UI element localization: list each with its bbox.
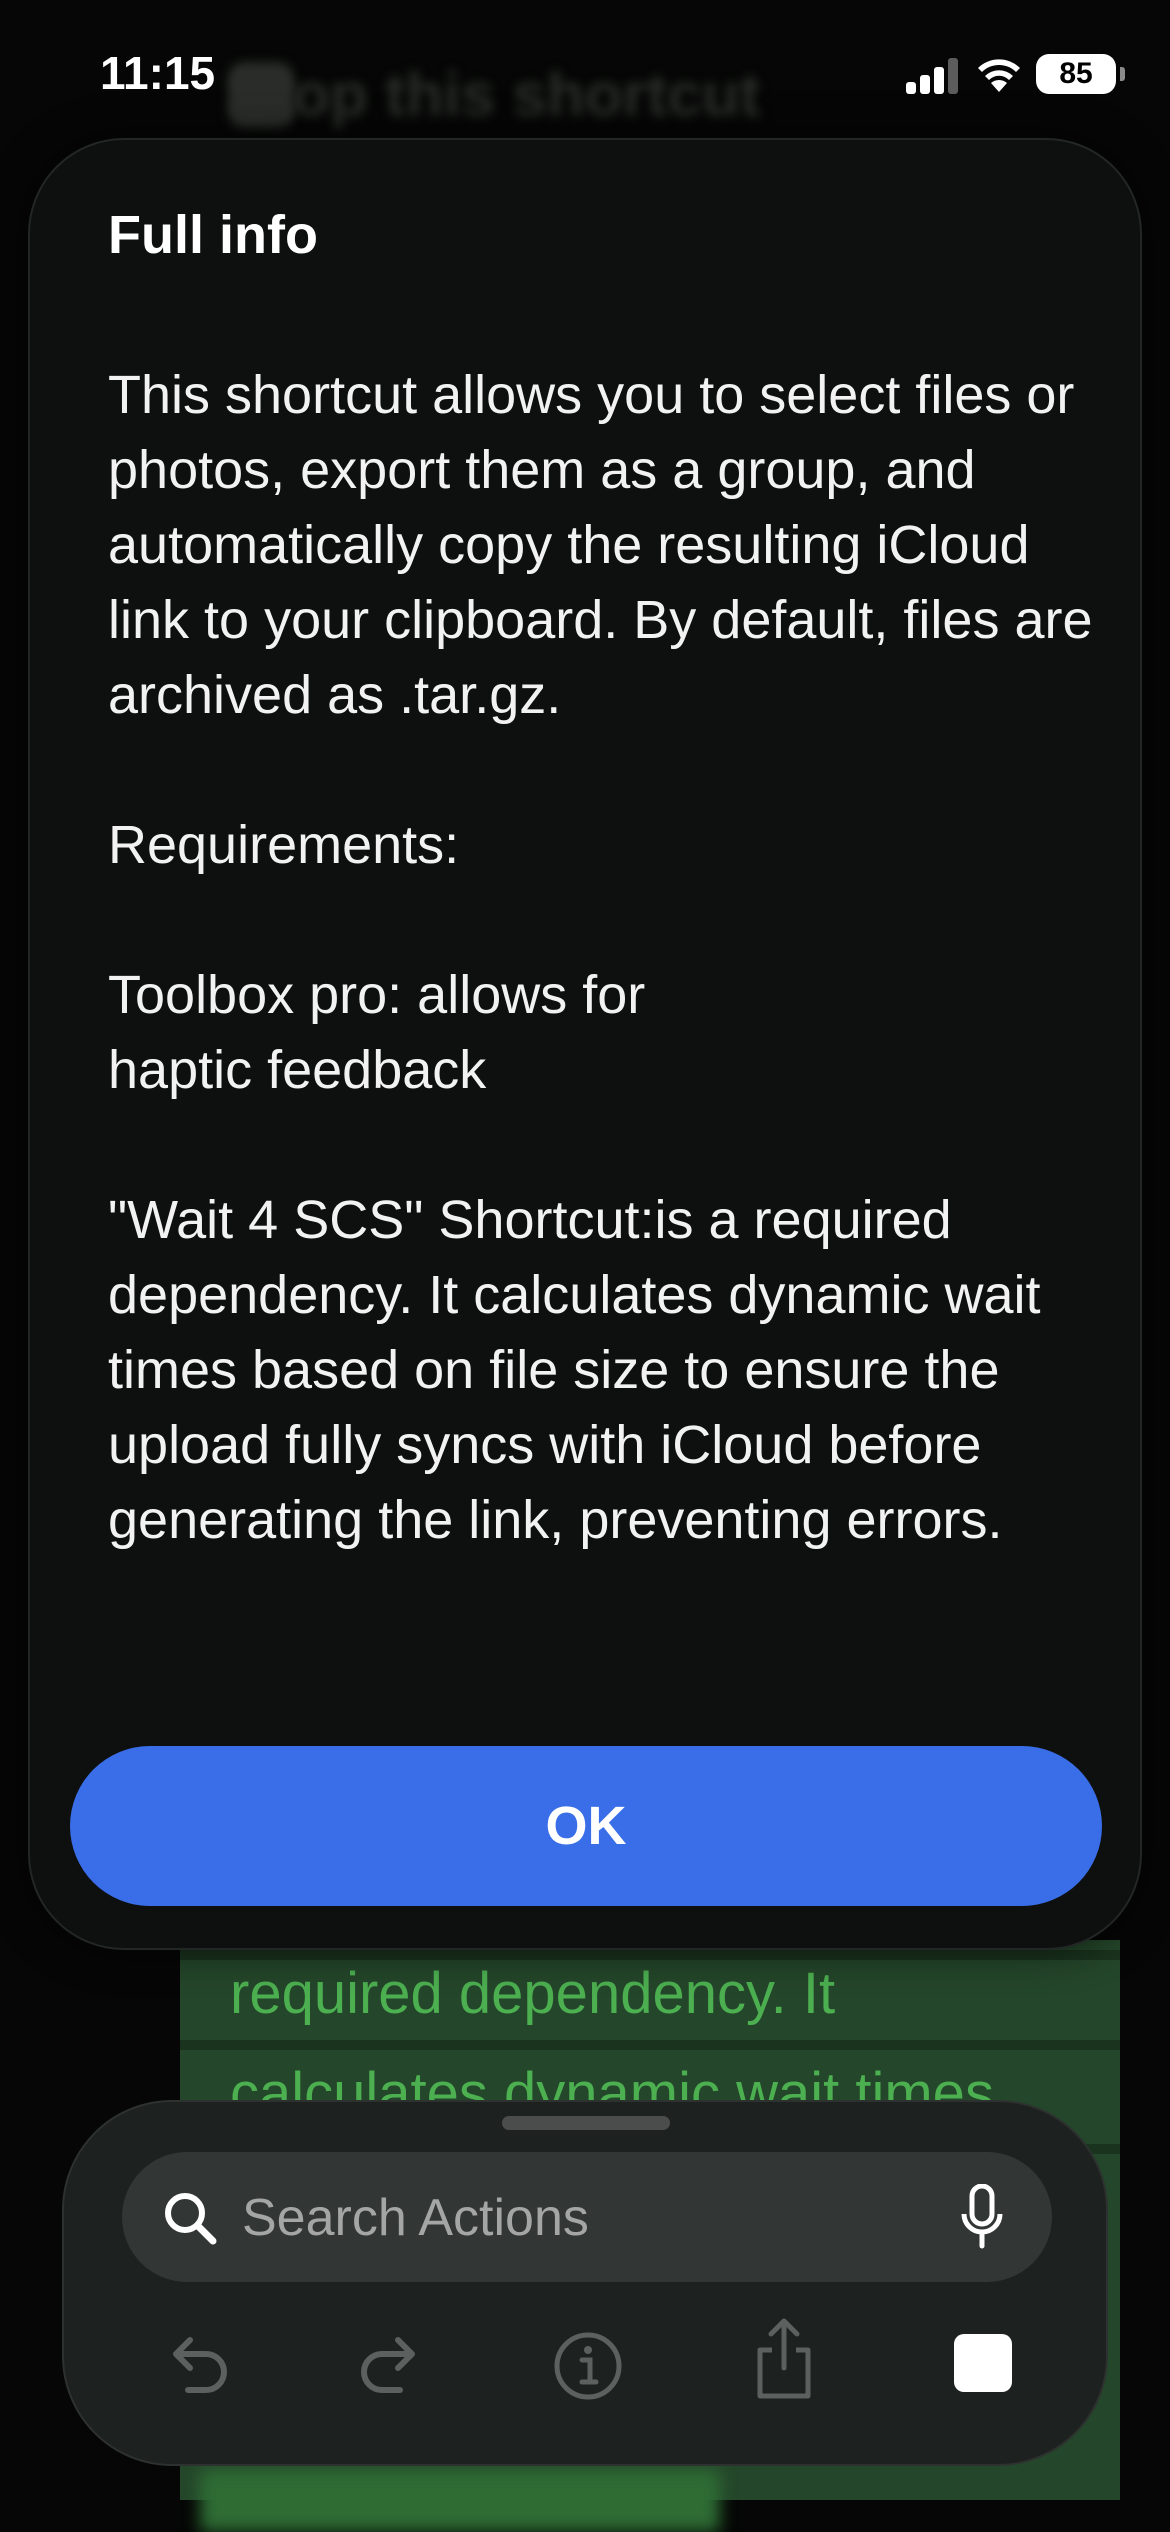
ok-button[interactable]: OK bbox=[70, 1746, 1102, 1906]
background-divider bbox=[180, 2040, 1120, 2050]
background-text-line: required dependency. It bbox=[230, 1961, 836, 2026]
redo-icon[interactable] bbox=[354, 2328, 430, 2404]
sheet-grabber[interactable] bbox=[502, 2116, 670, 2130]
mic-icon[interactable] bbox=[960, 2184, 1004, 2250]
search-input[interactable]: Search Actions bbox=[242, 2188, 589, 2248]
editor-toolbar bbox=[64, 2308, 1106, 2428]
action-panel: Search Actions bbox=[62, 2100, 1108, 2466]
wifi-icon bbox=[978, 59, 1020, 92]
dialog-body-text: This shortcut allows you to select files… bbox=[108, 365, 1093, 1550]
battery-indicator: 85 bbox=[1036, 54, 1125, 94]
cellular-signal-icon bbox=[906, 58, 958, 94]
search-actions-field[interactable]: Search Actions bbox=[122, 2152, 1052, 2282]
background-action-strip bbox=[200, 2470, 720, 2532]
full-info-dialog: Full info This shortcut allows you to se… bbox=[28, 138, 1142, 1950]
status-bar: 11:15 85 bbox=[0, 0, 1170, 140]
share-icon[interactable] bbox=[746, 2316, 822, 2402]
background-divider bbox=[180, 1950, 1120, 1960]
battery-level: 85 bbox=[1059, 57, 1093, 90]
stop-icon[interactable] bbox=[954, 2334, 1012, 2392]
undo-icon[interactable] bbox=[158, 2328, 234, 2404]
info-icon[interactable] bbox=[550, 2328, 626, 2404]
dialog-title: Full info bbox=[108, 205, 318, 265]
status-time: 11:15 bbox=[100, 47, 216, 99]
search-icon bbox=[165, 2193, 217, 2245]
